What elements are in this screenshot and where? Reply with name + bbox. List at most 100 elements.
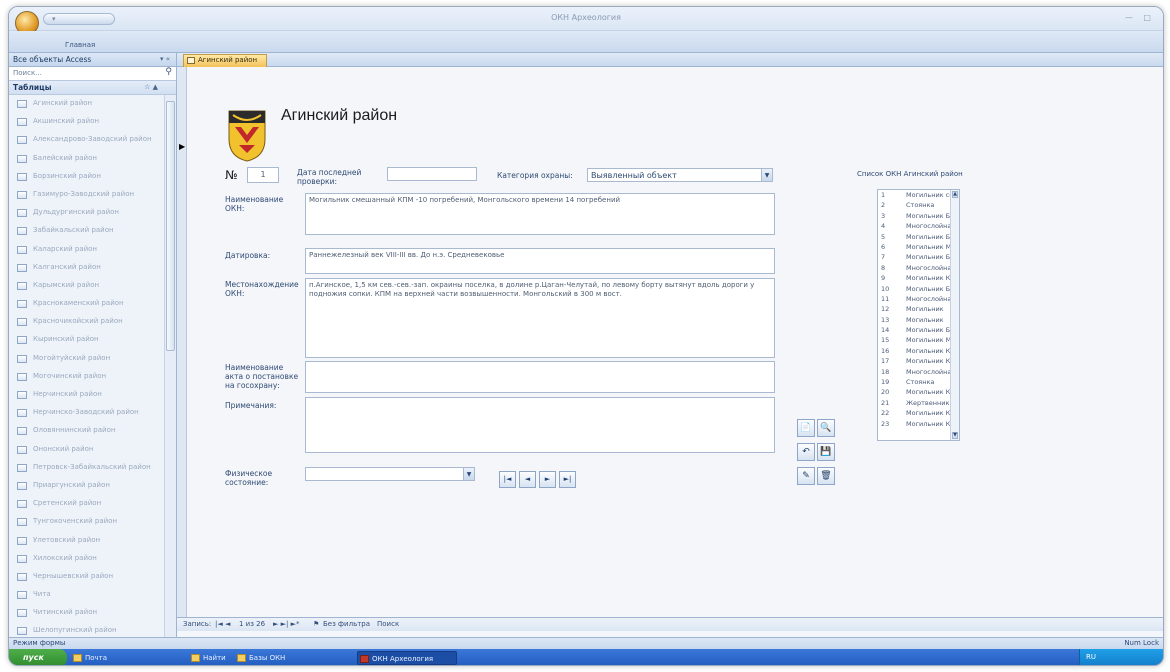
nav-table-item[interactable]: Приаргунский район [9, 477, 163, 495]
okn-list-row[interactable]: 15 Могильник Монгольск [878, 335, 959, 345]
nav-table-item[interactable]: Калганский район [9, 259, 163, 277]
nav-table-item[interactable]: Дульдургинский район [9, 204, 163, 222]
task-access[interactable]: ОКН Археология [357, 651, 457, 665]
nav-table-item[interactable]: Александрово-Заводский район [9, 131, 163, 149]
new-record-icon[interactable]: 📄 [797, 419, 815, 437]
filter-icon[interactable]: ⚑ [313, 620, 319, 628]
chevron-down-icon[interactable]: ▼ [463, 468, 474, 480]
okn-list-row[interactable]: 4 Многослойная стоянк [878, 221, 959, 231]
first-record-button[interactable]: |◄ [499, 471, 516, 488]
nav-table-item[interactable]: Балейский район [9, 150, 163, 168]
nav-table-item[interactable]: Оловяннинский район [9, 422, 163, 440]
nav-group-header[interactable]: Таблицы ☆ ▲ [9, 81, 176, 95]
scroll-up-icon[interactable]: ▲ [952, 191, 958, 198]
nav-pane-header[interactable]: Все объекты Access ▾ « [9, 53, 176, 67]
nav-table-item[interactable]: Нерчинско-Заводский район [9, 404, 163, 422]
okn-list-row[interactable]: 13 Могильник [878, 315, 959, 325]
nav-table-item[interactable]: Акшинский район [9, 113, 163, 131]
record-selector[interactable]: ▶ [177, 67, 187, 617]
start-button[interactable]: пуск [9, 649, 67, 665]
undo-icon[interactable]: ↶ [797, 443, 815, 461]
scroll-thumb[interactable] [166, 101, 175, 351]
okn-list-row[interactable]: 5 Могильник Буриатуйск [878, 232, 959, 242]
okn-list-row[interactable]: 9 Могильник КПМ, 16 по [878, 273, 959, 283]
chevron-down-icon[interactable]: ▾ « [160, 55, 170, 63]
okn-list-row[interactable]: 23 Могильник КПМ 24 пог [878, 419, 959, 429]
search-input[interactable]: Поиск... [13, 69, 42, 77]
nav-table-item[interactable]: Забайкальский район [9, 222, 163, 240]
okn-list-row[interactable]: 7 Могильник Буриатуйск [878, 252, 959, 262]
okn-list-row[interactable]: 21 Жертвенник [878, 398, 959, 408]
collapse-icon[interactable]: ☆ ▲ [144, 83, 158, 91]
nav-table-item[interactable]: Могойтуйский район [9, 350, 163, 368]
nav-table-item[interactable]: Карымский район [9, 277, 163, 295]
okn-list-row[interactable]: 20 Могильник КПМ 270 п [878, 387, 959, 397]
nav-table-item[interactable]: Петровск-Забайкальский район [9, 459, 163, 477]
task-folder[interactable]: Базы ОКН [235, 651, 315, 665]
nav-table-item[interactable]: Тунгокоченский район [9, 513, 163, 531]
okn-list-row[interactable]: 6 Могильник Монгольск [878, 242, 959, 252]
location-field[interactable]: п.Агинское, 1,5 км сев.-сев.-зап. окраин… [305, 278, 775, 358]
okn-list-row[interactable]: 22 Могильник КПМ 12 пог [878, 408, 959, 418]
filter-status[interactable]: Без фильтра [323, 620, 370, 628]
nav-table-item[interactable]: Хилокский район [9, 550, 163, 568]
name-field[interactable]: Могильник смешанный КПМ -10 погребений, … [305, 193, 775, 235]
nav-table-item[interactable]: Газимуро-Заводский район [9, 186, 163, 204]
nav-table-item[interactable]: Ононский район [9, 441, 163, 459]
search-icon[interactable]: ⚲ [165, 67, 172, 77]
nav-table-item[interactable]: Сретенский район [9, 495, 163, 513]
find-icon[interactable]: 🔍 [817, 419, 835, 437]
okn-list-scrollbar[interactable]: ▲ ▼ [950, 190, 959, 440]
last-record-button[interactable]: ►| [559, 471, 576, 488]
nav-table-item[interactable]: Нерчинский район [9, 386, 163, 404]
scroll-down-icon[interactable]: ▼ [952, 432, 958, 439]
nav-table-item[interactable]: Каларский район [9, 241, 163, 259]
next-record-button[interactable]: ► [539, 471, 556, 488]
nav-table-item[interactable]: Чернышевский район [9, 568, 163, 586]
last-check-field[interactable] [387, 167, 477, 181]
nav-table-item[interactable]: Чита [9, 586, 163, 604]
nav-table-item[interactable]: Улетовский район [9, 532, 163, 550]
nav-table-item[interactable]: Агинский район [9, 95, 163, 113]
tab-home[interactable]: Главная [65, 41, 95, 49]
okn-list-row[interactable]: 16 Могильник КПМ 26 пог [878, 346, 959, 356]
tab-aginsky-district[interactable]: Агинский район [183, 54, 267, 67]
okn-list-row[interactable]: 10 Могильник Буриатуйск [878, 284, 959, 294]
prev-record-button[interactable]: ◄ [519, 471, 536, 488]
task-mail[interactable]: Почта [71, 651, 131, 665]
delete-icon[interactable]: 🗑 [817, 467, 835, 485]
okn-list-row[interactable]: 2 Стоянка [878, 200, 959, 210]
okn-list-row[interactable]: 11 Многослойная стоянк [878, 294, 959, 304]
okn-list-row[interactable]: 12 Могильник [878, 304, 959, 314]
okn-list-row[interactable]: 18 Многослойная стоянк [878, 367, 959, 377]
record-position[interactable]: 1 из 26 [239, 620, 265, 628]
condition-select[interactable]: ▼ [305, 467, 475, 481]
edit-icon[interactable]: ✎ [797, 467, 815, 485]
save-icon[interactable]: 💾 [817, 443, 835, 461]
language-indicator[interactable]: RU [1086, 653, 1096, 661]
nav-table-item[interactable]: Красночикойский район [9, 313, 163, 331]
nav-table-item[interactable]: Борзинский район [9, 168, 163, 186]
first-prev-icons[interactable]: |◄ ◄ [215, 620, 230, 628]
notes-field[interactable] [305, 397, 775, 453]
window-controls[interactable]: — □ [1125, 13, 1155, 22]
okn-list[interactable]: 1 Могильник смешанный 2 Стоянка 3 Могильник Б… [877, 189, 960, 441]
number-field[interactable]: 1 [247, 167, 279, 183]
nav-table-item[interactable]: Кыринский район [9, 331, 163, 349]
task-search[interactable]: Найти [189, 651, 229, 665]
chevron-down-icon[interactable]: ▼ [761, 169, 772, 181]
okn-list-row[interactable]: 8 Многослойная стоянк [878, 263, 959, 273]
okn-list-row[interactable]: 14 Могильник Буриатуйск [878, 325, 959, 335]
nav-search-box[interactable]: Поиск... ⚲ [9, 67, 176, 81]
nav-scrollbar[interactable] [164, 95, 176, 637]
dating-field[interactable]: Раннежелезный век VIII-III вв. До н.э. С… [305, 248, 775, 274]
act-field[interactable] [305, 361, 775, 393]
okn-list-row[interactable]: 1 Могильник смешанный [878, 190, 959, 200]
nav-table-item[interactable]: Читинский район [9, 604, 163, 622]
nav-table-item[interactable]: Краснокаменский район [9, 295, 163, 313]
next-last-icons[interactable]: ► ►| ►* [273, 620, 299, 628]
okn-list-row[interactable]: 17 Могильник КПМ 16 пог [878, 356, 959, 366]
record-search[interactable]: Поиск [377, 620, 399, 628]
okn-list-row[interactable]: 19 Стоянка [878, 377, 959, 387]
category-select[interactable]: Выявленный объект ▼ [587, 168, 773, 182]
